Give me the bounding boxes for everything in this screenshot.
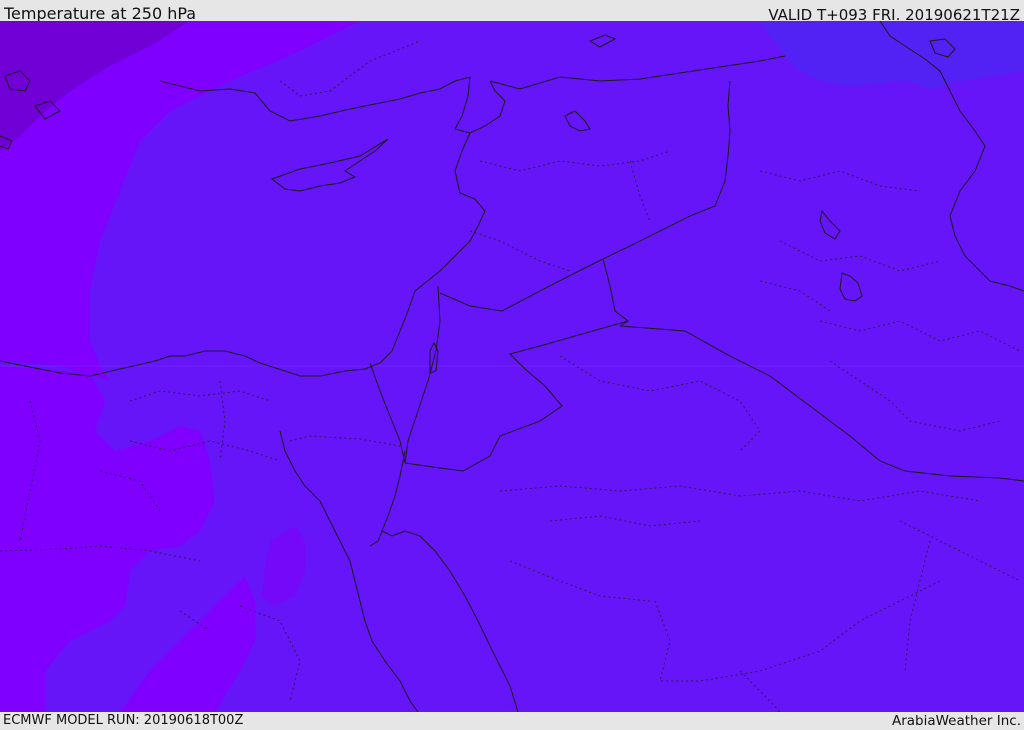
footer-bar: ECMWF MODEL RUN: 20190618T00Z ArabiaWeat… [0, 712, 1024, 729]
model-run-label: ECMWF MODEL RUN: 20190618T00Z [3, 713, 244, 728]
credit-label: ArabiaWeather Inc. [891, 713, 1021, 729]
temperature-map[interactable] [0, 21, 1024, 712]
header-bar: Temperature at 250 hPa VALID T+093 FRI. … [0, 0, 1024, 24]
map-panel[interactable] [0, 21, 1024, 712]
